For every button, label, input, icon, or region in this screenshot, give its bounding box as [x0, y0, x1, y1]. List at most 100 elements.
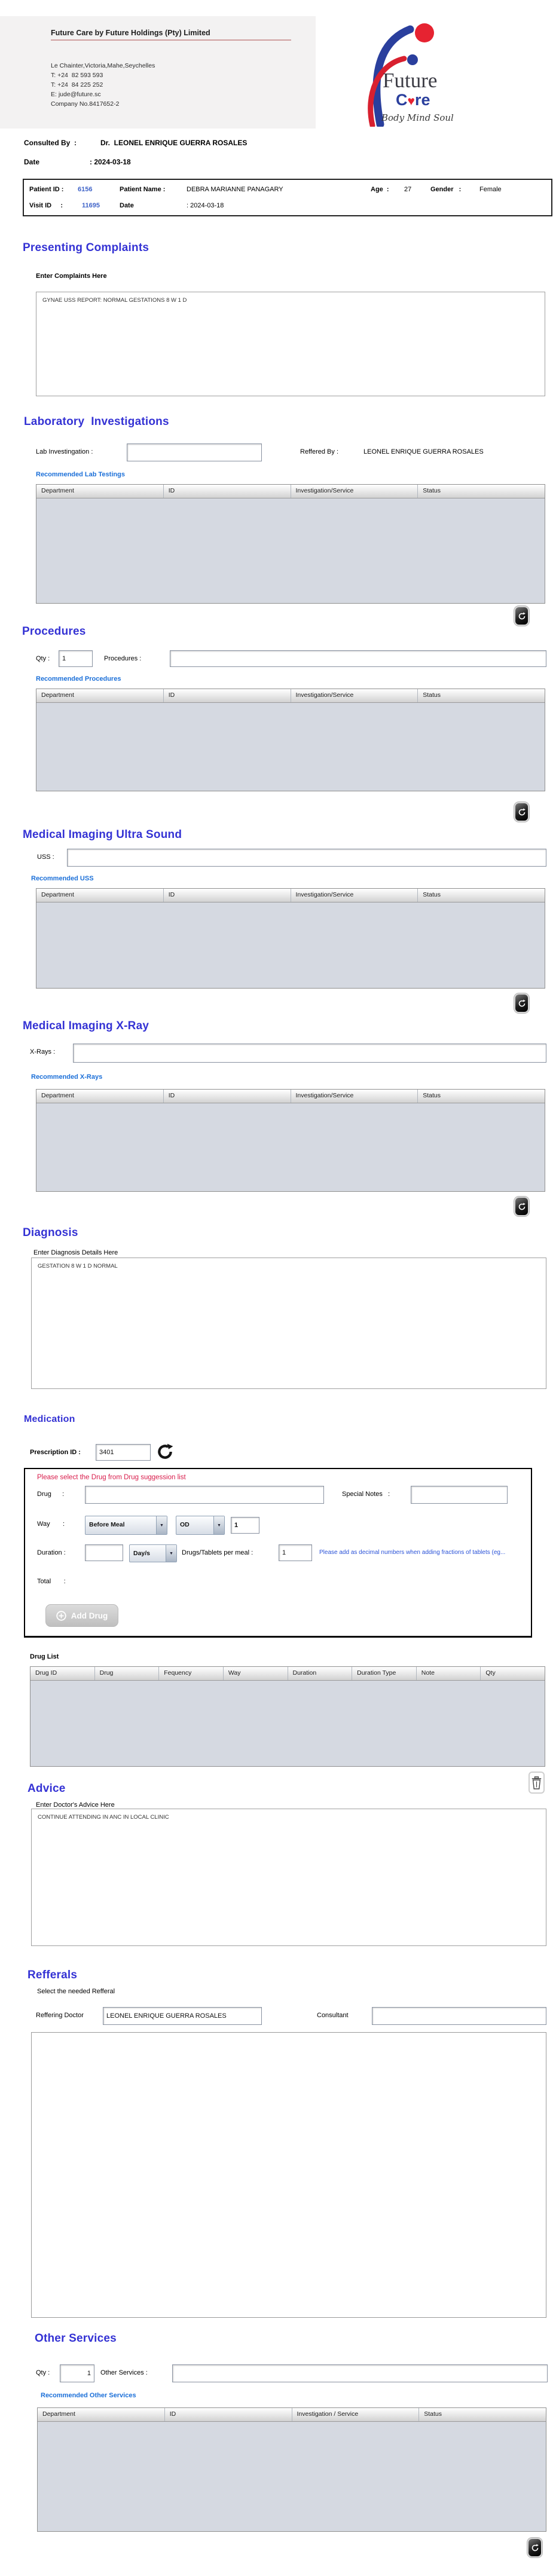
referrals-heading: Refferals	[28, 1969, 77, 1982]
consultant-input[interactable]	[372, 2007, 546, 2025]
procedures-qty-input[interactable]	[59, 650, 93, 667]
refresh-prescription-button[interactable]	[155, 1443, 175, 1462]
diagnosis-textarea[interactable]: GESTATION 8 W 1 D NORMAL	[31, 1258, 546, 1389]
column-header: Status	[418, 689, 545, 702]
way-qty-input[interactable]	[231, 1517, 259, 1534]
consultation-page: Future Care by Future Holdings (Pty) Lim…	[0, 0, 556, 2576]
column-header: Status	[418, 1090, 545, 1103]
patient-info-box: Patient ID : 6156 Patient Name : DEBRA M…	[23, 179, 552, 216]
column-header: Duration Type	[352, 1667, 417, 1680]
presenting-complaints-heading: Presenting Complaints	[23, 241, 149, 255]
fraction-note: Please add as decimal numbers when addin…	[319, 1549, 530, 1556]
patient-age-label: Age :	[371, 186, 389, 193]
column-header: ID	[164, 689, 291, 702]
column-header: Status	[418, 889, 545, 902]
xray-table-header: Department ID Investigation/Service Stat…	[36, 1090, 545, 1103]
column-header: Investigation / Service	[292, 2408, 420, 2421]
drug-entry-box: Please select the Drug from Drug suggess…	[24, 1468, 532, 1638]
visit-id-value: 11695	[82, 202, 100, 209]
meal-select[interactable]: Before Meal ▼	[85, 1516, 167, 1535]
xray-input[interactable]	[73, 1044, 546, 1063]
procedures-input[interactable]	[170, 650, 546, 667]
company-phone-1: T: +24 82 593 593	[51, 72, 103, 79]
drug-warning-text: Please select the Drug from Drug suggess…	[37, 1474, 186, 1481]
uss-input[interactable]	[67, 849, 546, 867]
company-title: Future Care by Future Holdings (Pty) Lim…	[51, 29, 210, 37]
future-care-logo: Future C♥re Body Mind Soul	[356, 17, 464, 127]
add-drug-label: Add Drug	[71, 1611, 108, 1620]
column-header: Status	[419, 2408, 546, 2421]
drug-input[interactable]	[85, 1486, 324, 1504]
other-services-input[interactable]	[172, 2364, 548, 2382]
delete-procedures-button[interactable]	[514, 802, 529, 822]
patient-id-value: 6156	[78, 186, 92, 193]
delete-advice-button[interactable]	[528, 1772, 545, 1794]
column-header: Way	[224, 1667, 288, 1680]
duration-input[interactable]	[85, 1544, 123, 1561]
other-services-heading: Other Services	[35, 2332, 117, 2345]
chevron-down-icon: ▼	[166, 1545, 176, 1562]
xray-table-body[interactable]	[36, 1103, 545, 1191]
recycle-icon	[518, 808, 526, 816]
company-email: E: jude@future.sc	[51, 91, 101, 98]
consulted-by-value: Dr. LEONEL ENRIQUE GUERRA ROSALES	[100, 139, 247, 147]
recommended-procedures-label: Recommended Procedures	[36, 675, 121, 683]
referred-by-value: LEONEL ENRIQUE GUERRA ROSALES	[363, 448, 484, 455]
column-header: Investigation/Service	[291, 485, 418, 498]
drug-list-body[interactable]	[30, 1680, 545, 1766]
per-meal-input[interactable]	[279, 1544, 312, 1561]
duration-label: Duration :	[37, 1549, 66, 1556]
recommended-lab-label: Recommended Lab Testings	[36, 471, 125, 478]
column-header: Duration	[288, 1667, 353, 1680]
procedures-qty-label: Qty :	[36, 655, 50, 662]
frequency-select[interactable]: OD ▼	[176, 1516, 225, 1535]
diagnosis-heading: Diagnosis	[23, 1226, 78, 1240]
title-underline	[51, 39, 291, 41]
company-phone-2: T: +24 84 225 252	[51, 81, 103, 88]
special-notes-input[interactable]	[411, 1486, 508, 1504]
other-services-body[interactable]	[38, 2421, 546, 2531]
drug-list-table: Drug ID Drug Fequency Way Duration Durat…	[30, 1666, 545, 1767]
delete-lab-button[interactable]	[514, 606, 529, 626]
visit-date-label: Date	[120, 202, 134, 209]
add-drug-button[interactable]: Add Drug	[45, 1604, 118, 1627]
column-header: Drug ID	[30, 1667, 95, 1680]
referral-select-label: Select the needed Refferal	[37, 1988, 115, 1995]
uss-heading: Medical Imaging Ultra Sound	[23, 828, 182, 842]
column-header: ID	[165, 2408, 292, 2421]
patient-gender-label: Gender :	[430, 186, 461, 193]
lab-investigation-input[interactable]	[127, 443, 262, 461]
meal-select-value: Before Meal	[85, 1516, 156, 1534]
delete-uss-button[interactable]	[514, 993, 529, 1013]
referral-list-box[interactable]	[31, 2032, 546, 2318]
complaints-textarea[interactable]: GYNAE USS REPORT: NORMAL GESTATIONS 8 W …	[36, 292, 545, 396]
lab-table: Department ID Investigation/Service Stat…	[36, 484, 545, 604]
frequency-select-value: OD	[176, 1516, 213, 1534]
referring-doctor-input[interactable]	[103, 2007, 262, 2025]
duration-type-select[interactable]: Day/s ▼	[129, 1544, 177, 1562]
lab-table-body[interactable]	[36, 498, 545, 603]
patient-id-label: Patient ID :	[29, 186, 63, 193]
prescription-id-input[interactable]	[96, 1444, 151, 1461]
prescription-id-label: Prescription ID :	[30, 1449, 81, 1456]
special-notes-label: Special Notes :	[342, 1491, 390, 1498]
medication-heading: Medication	[24, 1414, 75, 1425]
column-header: ID	[164, 485, 291, 498]
uss-label: USS :	[37, 853, 54, 861]
other-qty-input[interactable]	[60, 2364, 94, 2382]
recycle-icon	[518, 999, 526, 1008]
patient-age-value: 27	[404, 186, 411, 193]
logo-care-text: C♥re	[396, 91, 430, 109]
column-header: Drug	[95, 1667, 160, 1680]
xray-table: Department ID Investigation/Service Stat…	[36, 1089, 545, 1192]
duration-type-value: Day/s	[130, 1545, 166, 1562]
way-label: Way :	[37, 1520, 65, 1528]
column-header: Department	[36, 889, 164, 902]
delete-xray-button[interactable]	[514, 1197, 529, 1216]
delete-other-services-button[interactable]	[527, 2538, 542, 2557]
drug-list-label: Drug List	[30, 1653, 59, 1660]
procedures-table-body[interactable]	[36, 702, 545, 791]
uss-table-body[interactable]	[36, 902, 545, 988]
column-header: Investigation/Service	[291, 889, 418, 902]
advice-textarea[interactable]: CONTINUE ATTENDING IN ANC IN LOCAL CLINI…	[31, 1809, 546, 1946]
